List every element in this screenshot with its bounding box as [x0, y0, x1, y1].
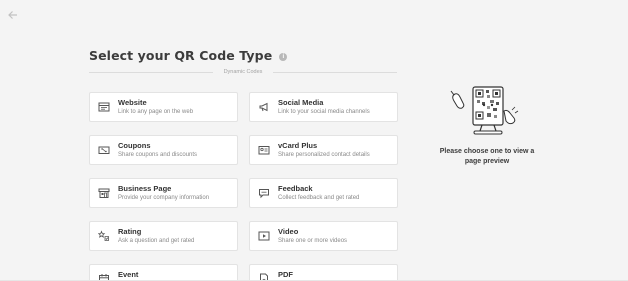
- card-name: vCard Plus: [278, 141, 318, 150]
- card-description: Link to your social media channels: [278, 109, 370, 115]
- card-description: Provide your company information: [118, 195, 210, 201]
- info-icon[interactable]: i: [279, 52, 288, 61]
- storefront-icon: [98, 187, 110, 199]
- qr-type-card-vcard-plus[interactable]: vCard Plus Share personalized contact de…: [249, 135, 398, 165]
- section-label: Dynamic Codes: [213, 68, 273, 76]
- coupon-icon: [98, 144, 110, 156]
- card-name: PDF: [278, 270, 293, 279]
- back-arrow-icon[interactable]: [7, 9, 19, 21]
- qr-type-card-feedback[interactable]: Feedback Collect feedback and get rated: [249, 178, 398, 208]
- preview-hint-text: Please choose one to view a page preview: [439, 148, 535, 165]
- card-name: Rating: [118, 227, 142, 236]
- qr-type-card-pdf[interactable]: PDF: [249, 264, 398, 281]
- card-description: Collect feedback and get rated: [278, 195, 360, 201]
- qr-type-card-video[interactable]: Video Share one or more videos: [249, 221, 398, 251]
- website-icon: [98, 101, 110, 113]
- qr-code-character-illustration: [446, 85, 528, 137]
- card-name: Website: [118, 98, 147, 107]
- title-row: Select your QR Code Type i: [89, 48, 288, 63]
- video-icon: [258, 230, 270, 242]
- page-title: Select your QR Code Type: [89, 48, 273, 63]
- card-description: Share coupons and discounts: [118, 152, 198, 158]
- card-description: Share personalized contact details: [278, 152, 370, 158]
- card-name: Business Page: [118, 184, 172, 193]
- qr-type-card-event[interactable]: Event: [89, 264, 238, 281]
- card-description: Ask a question and get rated: [118, 238, 195, 244]
- megaphone-icon: [258, 101, 270, 113]
- qr-type-card-website[interactable]: Website Link to any page on the web: [89, 92, 238, 122]
- qr-type-card-social-media[interactable]: Social Media Link to your social media c…: [249, 92, 398, 122]
- card-name: Coupons: [118, 141, 151, 150]
- contact-card-icon: [258, 144, 270, 156]
- card-description: Share one or more videos: [278, 238, 348, 244]
- rating-icon: [98, 230, 110, 242]
- qr-type-page: Select your QR Code Type i Dynamic Codes…: [0, 0, 628, 281]
- chat-bubble-icon: [258, 187, 270, 199]
- card-description: Link to any page on the web: [118, 109, 194, 115]
- qr-type-card-coupons[interactable]: Coupons Share coupons and discounts: [89, 135, 238, 165]
- card-name: Feedback: [278, 184, 313, 193]
- card-name: Event: [118, 270, 139, 279]
- card-name: Social Media: [278, 98, 324, 107]
- qr-type-card-business-page[interactable]: Business Page Provide your company infor…: [89, 178, 238, 208]
- card-name: Video: [278, 227, 299, 236]
- qr-type-card-rating[interactable]: Rating Ask a question and get rated: [89, 221, 238, 251]
